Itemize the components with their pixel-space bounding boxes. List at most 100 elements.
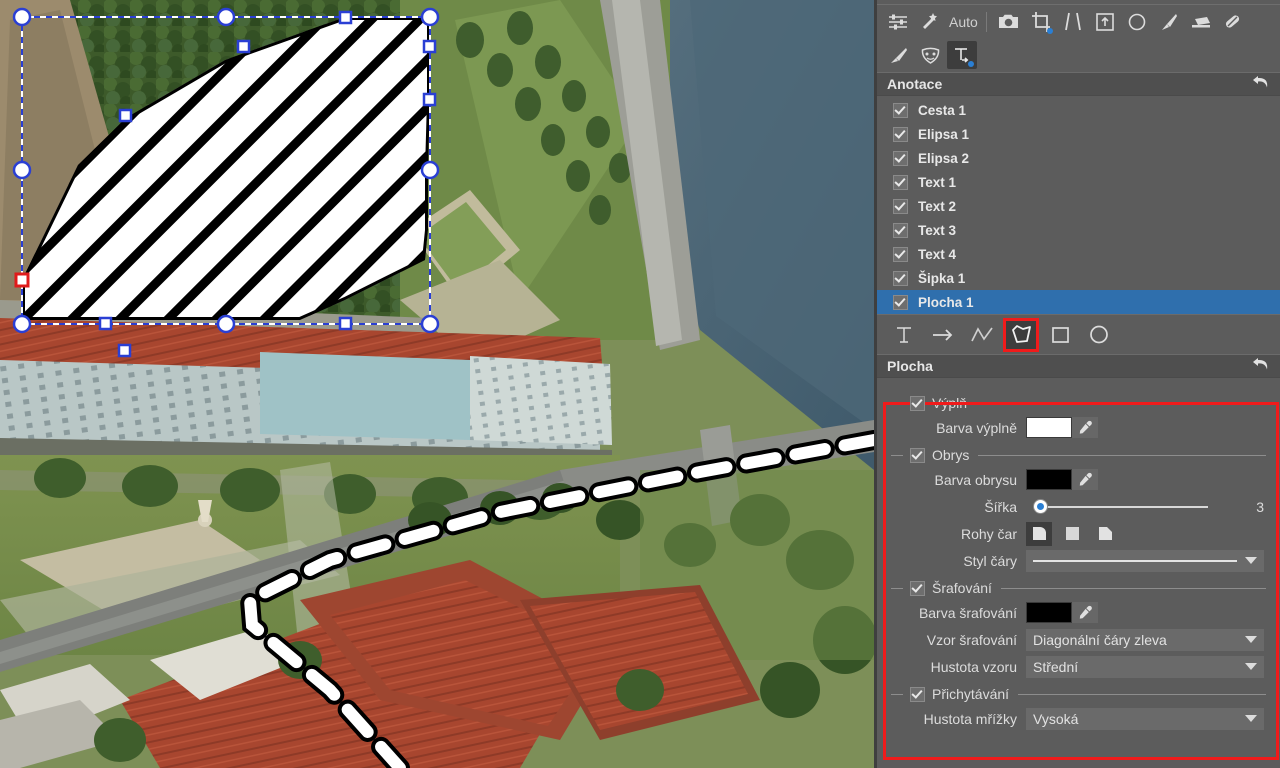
row-outline-color: Barva obrysu: [877, 466, 1280, 493]
hatch-pattern-select[interactable]: Diagonální čáry zleva: [1026, 628, 1264, 651]
adjustments-icon[interactable]: [883, 8, 913, 36]
corner-miter[interactable]: [1059, 522, 1085, 546]
magic-wand-icon[interactable]: [915, 8, 945, 36]
annotation-item-label: Text 4: [918, 246, 957, 262]
annotation-list-item[interactable]: Elipsa 1: [877, 122, 1280, 146]
ellipse-tool[interactable]: [1084, 321, 1114, 349]
annotation-item-label: Text 1: [918, 174, 957, 190]
group-rule-left: [891, 587, 903, 589]
active-anchor-handle: [14, 272, 30, 288]
polygon-tool[interactable]: [1003, 317, 1039, 352]
annotation-item-label: Šipka 1: [918, 270, 966, 286]
ellipse-icon[interactable]: [1122, 8, 1152, 36]
annotation-item-label: Cesta 1: [918, 102, 967, 118]
transform-icon[interactable]: [1090, 8, 1120, 36]
group-fill: Výplň: [877, 392, 1280, 414]
brush-icon[interactable]: [1154, 8, 1184, 36]
fill-checkbox[interactable]: [910, 395, 925, 411]
annotation-list-item[interactable]: Cesta 1: [877, 98, 1280, 122]
group-hatching: Šrafování: [877, 577, 1280, 599]
fill-label: Výplň: [932, 395, 968, 411]
chevron-down-icon: [1245, 557, 1257, 564]
application-window: Auto Anotace Cesta 1 Elipsa 1 Elipsa 2 T…: [0, 0, 1280, 768]
fill-color-label: Barva výplně: [936, 419, 1017, 436]
annotation-list-item[interactable]: Text 4: [877, 242, 1280, 266]
annotations-title: Anotace: [887, 76, 943, 92]
group-outline: Obrys: [877, 444, 1280, 466]
row-line-style: Styl čáry: [877, 547, 1280, 574]
grid-density-select[interactable]: Vysoká: [1026, 707, 1264, 730]
row-hatch-density: Hustota vzoru Střední: [877, 653, 1280, 680]
annotation-visibility-checkbox[interactable]: [893, 270, 908, 286]
group-rule-right: [1018, 693, 1266, 695]
width-slider[interactable]: [1026, 497, 1228, 517]
row-grid-density: Hustota mřížky Vysoká: [877, 705, 1280, 732]
corners-label: Rohy čar: [960, 525, 1017, 542]
annotation-list-item[interactable]: Text 2: [877, 194, 1280, 218]
camera-icon[interactable]: [994, 8, 1024, 36]
line-style-preview: [1033, 559, 1237, 562]
annotation-visibility-checkbox[interactable]: [893, 174, 908, 190]
annotation-visibility-checkbox[interactable]: [893, 150, 908, 166]
corner-bevel[interactable]: [1092, 522, 1118, 546]
group-rule-right: [978, 454, 1266, 456]
mask-icon[interactable]: [915, 41, 945, 69]
vertex-handle: [98, 10, 437, 358]
annotation-visibility-checkbox[interactable]: [893, 246, 908, 262]
annotation-list-item[interactable]: Text 3: [877, 218, 1280, 242]
auto-label[interactable]: Auto: [949, 14, 978, 30]
undo-arrow-icon[interactable]: [1252, 74, 1270, 94]
slider-thumb[interactable]: [1033, 499, 1048, 514]
eyedropper-icon[interactable]: [1072, 602, 1098, 623]
eyedropper-icon[interactable]: [1072, 417, 1098, 438]
grid-density-value: Vysoká: [1033, 710, 1079, 727]
width-label: Šířka: [984, 498, 1017, 515]
annotation-visibility-checkbox[interactable]: [893, 126, 908, 142]
undo-arrow-icon[interactable]: [1252, 356, 1270, 376]
hatching-label: Šrafování: [932, 580, 992, 596]
annotations-list[interactable]: Cesta 1 Elipsa 1 Elipsa 2 Text 1 Text 2 Text …: [877, 96, 1280, 314]
annotations-section-header: Anotace: [877, 72, 1280, 96]
annotation-visibility-checkbox[interactable]: [893, 102, 908, 118]
eraser-icon[interactable]: [1186, 8, 1216, 36]
fill-color-swatch[interactable]: [1026, 417, 1072, 438]
annotation-tools-row: [877, 314, 1280, 354]
rectangle-tool[interactable]: [1045, 321, 1075, 349]
selection-handles[interactable]: [0, 0, 874, 768]
row-fill-color: Barva výplně: [877, 414, 1280, 441]
hatch-color-label: Barva šrafování: [918, 604, 1017, 621]
annotation-list-item[interactable]: Elipsa 2: [877, 146, 1280, 170]
properties-title: Plocha: [887, 358, 933, 374]
annotation-list-item[interactable]: Šipka 1: [877, 266, 1280, 290]
row-hatch-pattern: Vzor šrafování Diagonální čáry zleva: [877, 626, 1280, 653]
path-tool[interactable]: [967, 321, 997, 349]
crop-icon[interactable]: [1026, 8, 1056, 36]
eyedropper-icon[interactable]: [1072, 469, 1098, 490]
annotation-item-label: Text 3: [918, 222, 957, 238]
arrow-tool[interactable]: [928, 321, 958, 349]
annotation-visibility-checkbox[interactable]: [893, 222, 908, 238]
text-annotation-icon[interactable]: [947, 41, 977, 69]
healing-icon[interactable]: [1218, 8, 1248, 36]
text-tool[interactable]: [889, 321, 919, 349]
resize-handle: [12, 7, 440, 334]
outline-checkbox[interactable]: [910, 447, 925, 463]
outline-color-swatch[interactable]: [1026, 469, 1072, 490]
line-style-select[interactable]: [1026, 549, 1264, 572]
clone-brush-icon[interactable]: [883, 41, 913, 69]
hatching-checkbox[interactable]: [910, 580, 925, 596]
aerial-map-view[interactable]: [0, 0, 874, 768]
hatch-color-swatch[interactable]: [1026, 602, 1072, 623]
annotation-list-item[interactable]: Plocha 1: [877, 290, 1280, 314]
group-rule-left: [891, 693, 903, 695]
corner-round[interactable]: [1026, 521, 1052, 546]
row-line-corners: Rohy čar: [877, 520, 1280, 547]
perspective-icon[interactable]: [1058, 8, 1088, 36]
annotation-list-item[interactable]: Text 1: [877, 170, 1280, 194]
annotation-visibility-checkbox[interactable]: [893, 294, 908, 310]
editor-toolbar-row-1: Auto: [877, 4, 1280, 38]
hatch-density-label: Hustota vzoru: [930, 658, 1017, 675]
hatch-density-select[interactable]: Střední: [1026, 655, 1264, 678]
snapping-checkbox[interactable]: [910, 686, 925, 702]
annotation-visibility-checkbox[interactable]: [893, 198, 908, 214]
